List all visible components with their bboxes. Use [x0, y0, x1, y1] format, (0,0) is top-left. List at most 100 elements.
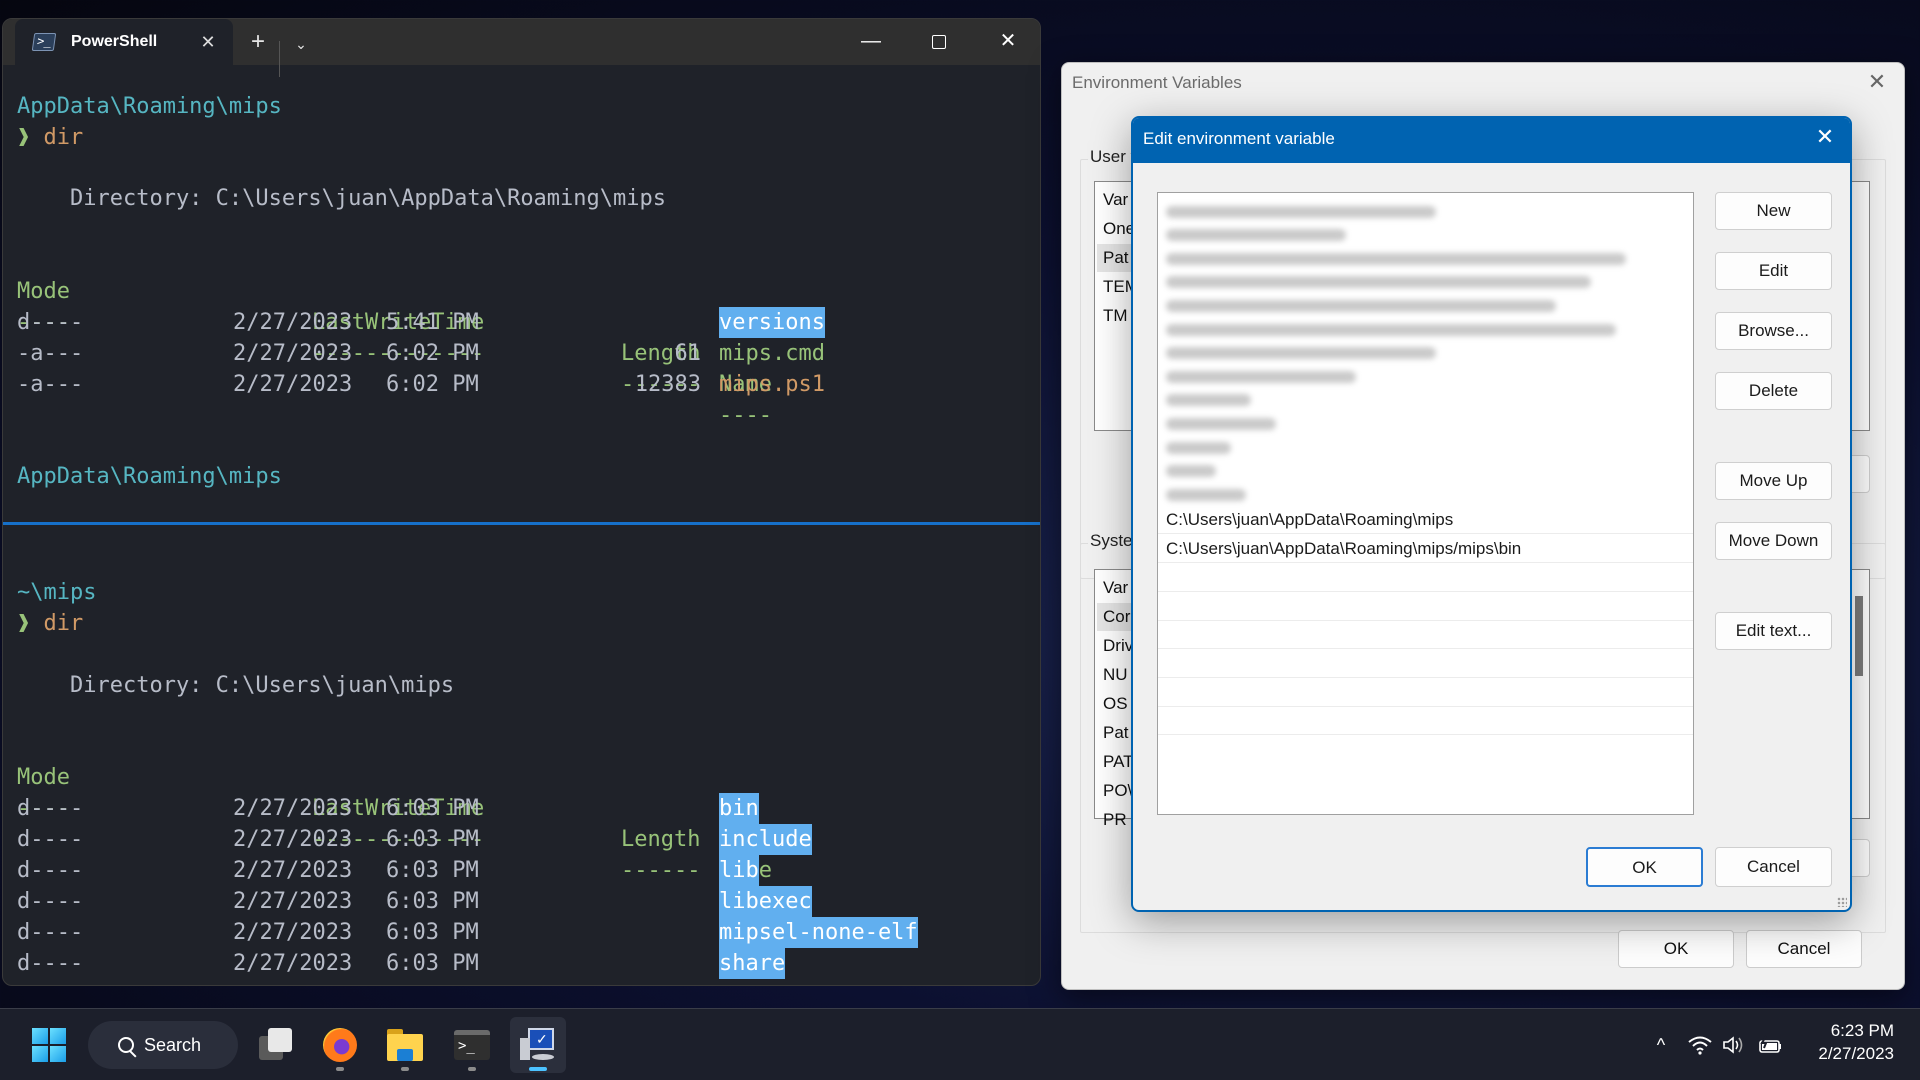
battery-charging-icon[interactable]: [1754, 1009, 1788, 1080]
path-entry-redacted[interactable]: [1158, 244, 1693, 268]
prompt-arrow-icon: ❱: [17, 125, 31, 150]
listing-row: d---- 2/27/2023 5:41 PM versions: [3, 307, 1040, 338]
row-date: 2/27/2023: [233, 951, 353, 976]
row-name[interactable]: mips.ps1: [719, 369, 825, 400]
path-entry-redacted[interactable]: [1158, 291, 1693, 315]
list-header[interactable]: Var: [1103, 574, 1128, 602]
move-down-button[interactable]: Move Down: [1715, 522, 1832, 560]
row-mode: d----: [17, 920, 84, 945]
path-entry-empty[interactable]: [1158, 678, 1693, 707]
tab-dropdown-chevron-icon[interactable]: ⌄: [286, 29, 316, 59]
maximize-button[interactable]: [909, 23, 969, 59]
path-entry-empty[interactable]: [1158, 563, 1693, 592]
taskbar-terminal[interactable]: >_: [444, 1017, 500, 1073]
list-item[interactable]: Driv: [1103, 632, 1133, 660]
row-date: 2/27/2023: [233, 827, 353, 852]
row-name[interactable]: mips.cmd: [719, 338, 825, 369]
search-icon: [118, 1037, 134, 1053]
prompt-line: ❱ dir: [17, 608, 83, 639]
redacted-text: [1166, 347, 1436, 360]
move-up-button[interactable]: Move Up: [1715, 462, 1832, 500]
list-item[interactable]: PR: [1103, 806, 1127, 834]
row-name[interactable]: mipsel-none-elf: [719, 917, 918, 948]
start-button[interactable]: [21, 1017, 77, 1073]
list-item[interactable]: OS: [1103, 690, 1128, 718]
path-entry-redacted[interactable]: [1158, 386, 1693, 410]
system-list-scrollbar[interactable]: [1855, 596, 1863, 676]
row-name[interactable]: versions: [719, 307, 825, 338]
row-name[interactable]: share: [719, 948, 786, 979]
dialog-close-button[interactable]: ✕: [1862, 69, 1892, 95]
listing-row: d---- 2/27/2023 6:03 PM include: [3, 824, 1040, 855]
row-mode: -a---: [17, 372, 84, 397]
edit-cancel-button[interactable]: Cancel: [1715, 847, 1832, 887]
row-time: 5:41 PM: [386, 310, 479, 335]
taskbar-system-properties[interactable]: ✓: [510, 1017, 566, 1073]
edit-text-button[interactable]: Edit text...: [1715, 612, 1832, 650]
taskbar-file-explorer[interactable]: [377, 1017, 433, 1073]
new-tab-button[interactable]: +: [243, 27, 273, 57]
path-entry-empty[interactable]: [1158, 707, 1693, 736]
row-name[interactable]: lib: [719, 855, 759, 886]
redacted-text: [1166, 276, 1591, 289]
running-indicator: [468, 1067, 476, 1071]
edit-ok-button[interactable]: OK: [1586, 847, 1703, 887]
taskbar-firefox[interactable]: [312, 1017, 368, 1073]
path-entry-redacted[interactable]: [1158, 409, 1693, 433]
list-item[interactable]: PO\: [1103, 777, 1132, 805]
env-cancel-button[interactable]: Cancel: [1746, 930, 1862, 968]
path-entry[interactable]: C:\Users\juan\AppData\Roaming\mips: [1158, 506, 1693, 535]
window-close-button[interactable]: ✕: [978, 23, 1038, 59]
directory-line: Directory: C:\Users\juan\AppData\Roaming…: [17, 186, 667, 211]
path-entry-empty[interactable]: [1158, 649, 1693, 678]
list-item[interactable]: PAT: [1103, 748, 1134, 776]
path-entries-list[interactable]: C:\Users\juan\AppData\Roaming\mips C:\Use…: [1157, 192, 1694, 815]
list-header[interactable]: Var: [1103, 186, 1128, 214]
path-entry-redacted[interactable]: [1158, 315, 1693, 339]
path-entry-redacted[interactable]: [1158, 221, 1693, 245]
tab-powershell[interactable]: >_ PowerShell ✕: [15, 19, 233, 65]
new-button[interactable]: New: [1715, 192, 1832, 230]
path-entry-redacted[interactable]: [1158, 362, 1693, 386]
delete-button[interactable]: Delete: [1715, 372, 1832, 410]
tray-overflow-chevron-icon[interactable]: ^: [1646, 1009, 1676, 1080]
row-date: 2/27/2023: [233, 372, 353, 397]
row-name[interactable]: include: [719, 824, 812, 855]
path-entry-redacted[interactable]: [1158, 457, 1693, 481]
wifi-icon[interactable]: [1685, 1009, 1715, 1080]
list-item[interactable]: NU: [1103, 661, 1128, 689]
dialog-title: Environment Variables: [1072, 73, 1242, 92]
taskbar-search[interactable]: Search: [88, 1021, 238, 1069]
path-entry-empty[interactable]: [1158, 621, 1693, 650]
tray-clock[interactable]: 6:23 PM 2/27/2023: [1818, 1019, 1894, 1065]
path-entry-redacted[interactable]: [1158, 433, 1693, 457]
minimize-button[interactable]: —: [841, 23, 901, 59]
row-time: 6:02 PM: [386, 372, 479, 397]
browse-button[interactable]: Browse...: [1715, 312, 1832, 350]
env-ok-button[interactable]: OK: [1618, 930, 1734, 968]
edit-button[interactable]: Edit: [1715, 252, 1832, 290]
path-entry[interactable]: C:\Users\juan\AppData\Roaming\mips/mips\…: [1158, 535, 1693, 564]
edit-dialog-close-button[interactable]: ✕: [1810, 124, 1840, 150]
pane-divider[interactable]: [3, 522, 1040, 525]
path-entry-redacted[interactable]: [1158, 339, 1693, 363]
row-name[interactable]: bin: [719, 793, 759, 824]
volume-icon[interactable]: [1719, 1009, 1749, 1080]
terminal-pane-bottom[interactable]: ~\mips ❱ dir Directory: C:\Users\juan\mi…: [3, 527, 1040, 985]
edit-dialog-titlebar[interactable]: Edit environment variable ✕: [1133, 118, 1850, 163]
terminal-pane-top[interactable]: AppData\Roaming\mips ❱ dir Directory: C:…: [3, 65, 1040, 523]
terminal-titlebar[interactable]: >_ PowerShell ✕ + ⌄ — ✕: [3, 19, 1040, 77]
list-item[interactable]: TM: [1103, 302, 1128, 330]
path-entry-redacted[interactable]: [1158, 197, 1693, 221]
tab-close-icon[interactable]: ✕: [193, 32, 223, 53]
maximize-icon: [932, 34, 946, 49]
path-entry-redacted[interactable]: [1158, 480, 1693, 504]
resize-grip[interactable]: [1837, 897, 1847, 907]
row-name[interactable]: libexec: [719, 886, 812, 917]
folder-icon: [387, 1029, 423, 1061]
listing-header: Mode LastWriteTime Length Name: [3, 245, 1040, 397]
path-entry-empty[interactable]: [1158, 592, 1693, 621]
list-item[interactable]: Pat: [1103, 719, 1129, 747]
taskbar-task-view[interactable]: [248, 1017, 304, 1073]
path-entry-redacted[interactable]: [1158, 268, 1693, 292]
